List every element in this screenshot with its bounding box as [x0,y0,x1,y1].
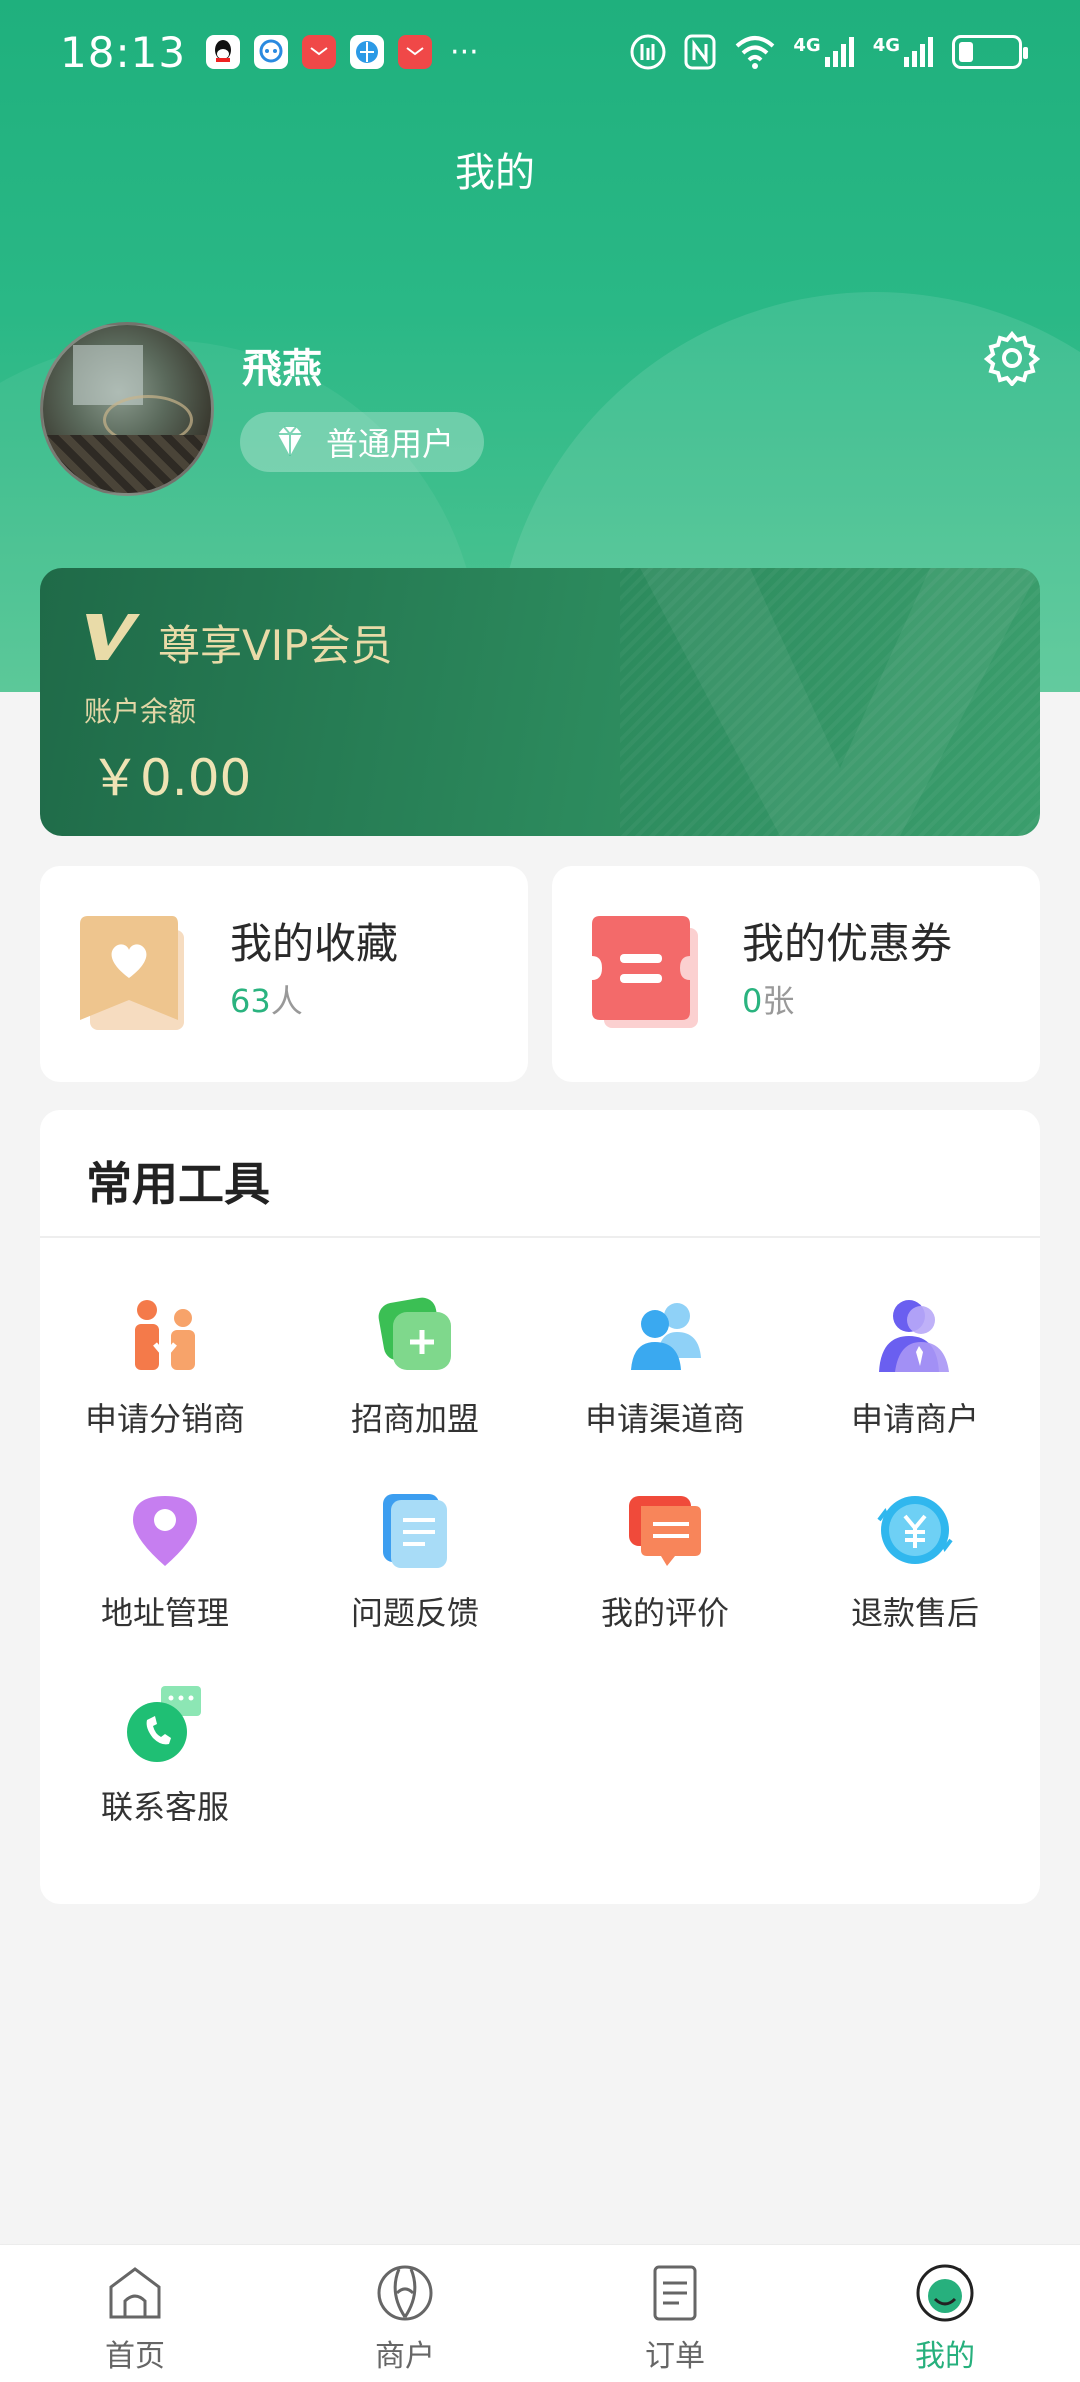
favorites-title: 我的收藏 [230,919,399,968]
coupons-count: 0张 [742,982,795,1020]
browser-notification-icon [350,35,385,69]
coupon-ticket-icon [592,916,698,1028]
vip-logo-icon [86,614,140,660]
chat-notification-icon [254,35,289,69]
settings-gear-icon[interactable] [984,330,1040,386]
vip-watermark-icon [640,568,1040,836]
tool-label: 申请分销商 [84,1400,245,1438]
more-notifications: ··· [450,34,479,70]
balance-value: ￥0.00 [90,749,252,807]
tool-franchise[interactable]: 招商加盟 [290,1296,540,1456]
avatar[interactable] [40,322,214,496]
favorites-count: 63人 [230,982,303,1020]
system-icons: 4G 4G [629,33,1028,71]
order-icon [653,2265,697,2321]
membership-badge[interactable]: 普通用户 [240,412,484,472]
tab-label: 首页 [105,2339,165,2374]
tab-label: 我的 [915,2339,975,2374]
profile-icon [916,2264,974,2322]
nfc-icon [683,33,717,71]
tool-feedback[interactable]: 问题反馈 [290,1490,540,1650]
status-time: 18:13 [60,27,187,77]
tool-label: 申请渠道商 [584,1400,745,1438]
tools-card: 常用工具 申请分销商 招商加盟 申请渠道商 申请商户 地址管理 问题反馈 我的评… [40,1110,1040,1904]
feedback-document-icon [383,1494,447,1568]
tool-contact-support[interactable]: 联系客服 [40,1684,290,1844]
hd-call-icon [629,33,667,71]
username[interactable]: 飛燕 [242,336,322,394]
tool-address-management[interactable]: 地址管理 [40,1490,290,1650]
balance-label: 账户余额 [84,695,197,728]
tab-label: 订单 [645,2339,705,2374]
favorites-heart-icon [80,916,184,1030]
tool-apply-merchant[interactable]: 申请商户 [790,1296,1040,1456]
status-bar: 18:13 ··· 4G 4G [0,0,1080,104]
vip-card[interactable]: 尊享VIP会员 账户余额 ￥0.00 [40,568,1040,836]
tool-label: 申请商户 [850,1400,979,1438]
tool-label: 地址管理 [100,1594,229,1632]
page-title: 我的 [455,150,535,196]
battery-icon [952,35,1028,69]
tool-apply-distributor[interactable]: 申请分销商 [40,1296,290,1456]
tab-orders[interactable]: 订单 [540,2245,810,2382]
network-label-2: 4G [872,35,900,56]
tool-label: 我的评价 [600,1594,729,1632]
tools-title: 常用工具 [86,1157,270,1211]
divider [40,1236,1040,1238]
merchant-apply-icon [879,1300,949,1372]
signal-icon-1: 4G [793,35,856,69]
tool-label: 联系客服 [100,1788,229,1826]
coupons-title: 我的优惠券 [742,919,953,968]
store-notification-icon [302,35,337,69]
wifi-icon [733,34,777,70]
bottom-tab-bar: 首页 商户 订单 我的 [0,2244,1080,2382]
coupons-card[interactable]: 我的优惠券 0张 [552,866,1040,1082]
customer-service-phone-icon [127,1686,201,1762]
tab-merchant[interactable]: 商户 [270,2245,540,2382]
tool-refund-aftersales[interactable]: 退款售后 [790,1490,1040,1650]
favorites-card[interactable]: 我的收藏 63人 [40,866,528,1082]
store-notification-icon-2 [398,35,433,69]
tab-home[interactable]: 首页 [0,2245,270,2382]
qq-notification-icon [206,35,241,69]
home-icon [109,2267,161,2319]
tool-label: 问题反馈 [350,1594,479,1632]
diamond-icon [278,426,302,456]
franchise-icon [378,1297,451,1370]
merchant-icon [377,2265,433,2321]
review-chat-icon [629,1496,701,1566]
tool-label: 退款售后 [850,1594,979,1632]
signal-icon-2: 4G [873,35,936,69]
refund-yen-icon [877,1496,953,1564]
tool-label: 招商加盟 [350,1400,479,1438]
tab-label: 商户 [375,2339,435,2374]
channel-partner-icon [631,1303,701,1370]
tab-profile[interactable]: 我的 [810,2245,1080,2382]
notification-icons: ··· [206,35,479,70]
membership-badge-label: 普通用户 [326,425,455,463]
vip-title: 尊享VIP会员 [158,621,393,670]
location-pin-icon [133,1496,197,1566]
tool-apply-channel[interactable]: 申请渠道商 [540,1296,790,1456]
distributor-icon [135,1300,195,1370]
tool-my-reviews[interactable]: 我的评价 [540,1490,790,1650]
network-label-1: 4G [793,35,821,56]
